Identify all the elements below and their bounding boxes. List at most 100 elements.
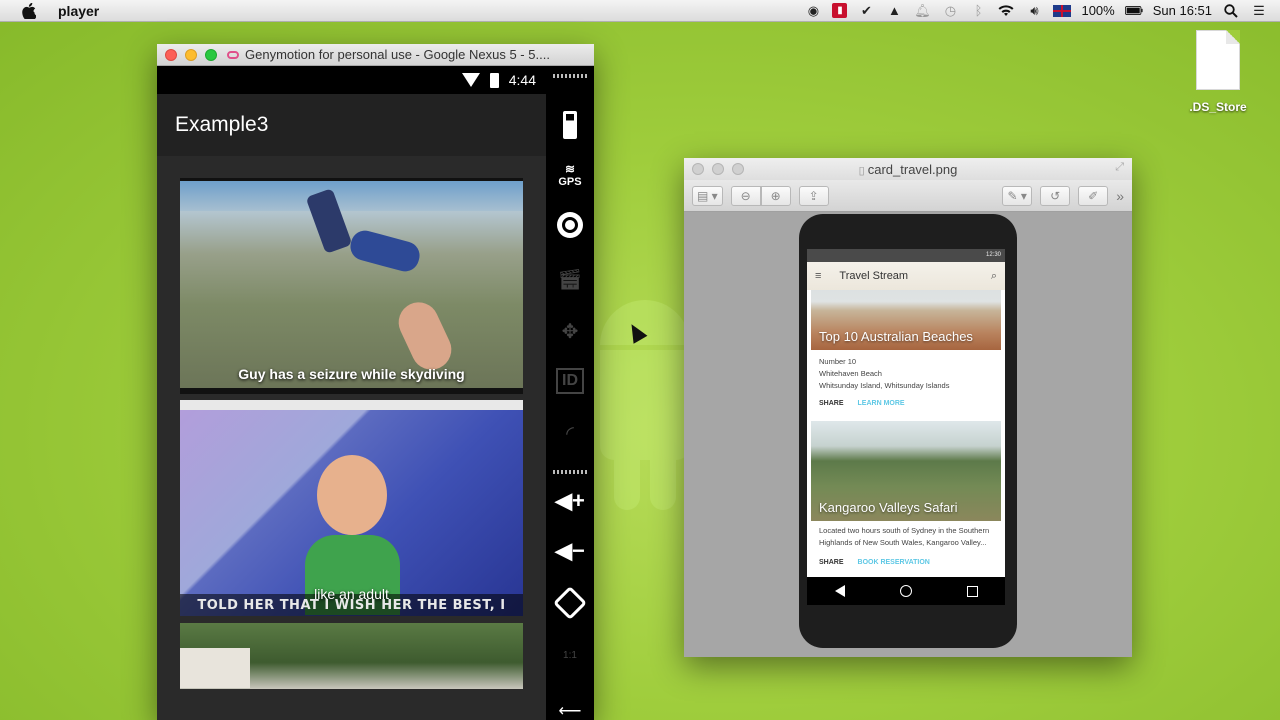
id-icon: ID (556, 368, 584, 394)
share-button[interactable]: ⇪ (798, 185, 829, 206)
drive-icon[interactable]: ▲ (885, 2, 903, 20)
rss-button[interactable]: ◜ (546, 418, 594, 448)
volume-down-button[interactable]: ◀− (546, 534, 594, 568)
annotate-button[interactable]: ✎ ▾ (1002, 185, 1033, 206)
learn-more-action: LEARN MORE (857, 400, 905, 407)
card-line: Highlands of New South Wales, Kangaroo V… (819, 538, 987, 547)
zoom-in-button[interactable]: ⊕ (760, 185, 791, 206)
book-reservation-action: BOOK RESERVATION (857, 559, 930, 566)
desktop-file-ds-store[interactable]: .DS_Store (1186, 30, 1250, 114)
dpad-icon: ✥ (561, 320, 579, 343)
share-action: SHARE (819, 559, 844, 566)
app-title: Example3 (175, 113, 269, 136)
volume-up-icon: ◀+ (555, 488, 585, 513)
back-icon (834, 585, 845, 597)
mockup-status-bar: 12:30 (807, 249, 1005, 262)
zoom-out-icon: ⊖ (740, 188, 751, 203)
bluetooth-icon[interactable]: ᛒ (969, 2, 987, 20)
time-machine-icon[interactable]: ◷ (941, 2, 959, 20)
pixel-perfect-button[interactable]: 1:1 (546, 638, 594, 672)
overflow-chevron-icon[interactable]: » (1116, 188, 1124, 204)
feed-card[interactable] (180, 623, 523, 689)
gps-signal-icon: ≋ (564, 162, 576, 176)
wifi-signal-icon (461, 73, 480, 87)
battery-icon[interactable] (1124, 2, 1143, 20)
zoom-button[interactable] (732, 163, 744, 175)
recents-icon (966, 585, 978, 597)
volume-icon[interactable]: 🔊︎ (1025, 2, 1043, 20)
mockup-card-body: Number 10 Whitehaven Beach Whitsunday Is… (811, 350, 1001, 416)
menubar-clock[interactable]: Sun 16:51 (1153, 3, 1212, 18)
feed-card[interactable]: Guy has a seizure while skydiving (180, 178, 523, 394)
active-app-name[interactable]: player (58, 3, 99, 19)
screen-record-icon[interactable]: ◉ (804, 2, 822, 20)
gps-widget-button[interactable]: ≋ GPS (546, 158, 594, 192)
zoom-in-icon: ⊕ (770, 188, 781, 203)
uk-flag-icon[interactable] (1053, 4, 1072, 17)
minimize-button[interactable] (185, 48, 197, 61)
genymotion-window-title: Genymotion for personal use - Google Nex… (245, 47, 550, 62)
sidebar-divider (546, 468, 594, 476)
webcam-icon (557, 212, 583, 238)
card-title: Top 10 Australian Beaches (819, 329, 973, 344)
battery-charging-icon (489, 72, 499, 88)
notification-center-icon[interactable]: ☰ (1250, 2, 1268, 20)
meme-text: TOLD HER THAT I WISH HER THE BEST, I (197, 598, 506, 613)
close-button[interactable] (165, 48, 177, 61)
zoom-button[interactable] (205, 48, 217, 61)
card-title: Kangaroo Valleys Safari (819, 500, 958, 515)
close-button[interactable] (692, 163, 704, 175)
back-button[interactable]: ⟵ (546, 702, 594, 720)
feed-card[interactable]: like an adult TOLD HER THAT I WISH HER T… (180, 400, 523, 616)
dpad-button[interactable]: ✥ (546, 316, 594, 346)
android-status-bar: 4:44 (157, 66, 546, 94)
minimize-button[interactable] (712, 163, 724, 175)
preview-window: ▯ card_travel.png ⤢ ▤ ▾ ⊖ ⊕ ⇪ ✎ ▾ ↺ ✐ » … (684, 158, 1132, 657)
device-id-button[interactable]: ID (546, 366, 594, 396)
mockup-app-title: Travel Stream (839, 270, 909, 282)
markup-button[interactable]: ✐ (1078, 185, 1109, 206)
volume-up-button[interactable]: ◀+ (546, 484, 594, 518)
app-toolbar: Example3 (157, 94, 546, 156)
rotate-button[interactable]: ↺ (1040, 185, 1071, 206)
genymotion-sidebar: ≋ GPS 🎬︎ ✥ ID ◜ ◀+ ◀− 1:1 ⟵ (546, 66, 594, 720)
wifi-icon[interactable] (997, 2, 1015, 20)
sidebar-view-button[interactable]: ▤ ▾ (692, 185, 723, 206)
rotate-icon: ↺ (1050, 188, 1061, 203)
card-caption: Guy has a seizure while skydiving (238, 366, 465, 382)
sidebar-grip (546, 72, 594, 80)
preview-window-title: ▯ card_travel.png (858, 161, 958, 177)
genymotion-logo-icon (227, 50, 239, 59)
gif-feed-list[interactable]: Guy has a seizure while skydiving like a… (157, 156, 546, 720)
mockup-card-body: Located two hours south of Sydney in the… (811, 521, 1001, 575)
clapperboard-icon: 🎬︎ (557, 268, 583, 291)
webcam-widget-button[interactable] (546, 210, 594, 240)
red-app-icon[interactable]: ▮ (832, 3, 848, 18)
preview-toolbar: ▤ ▾ ⊖ ⊕ ⇪ ✎ ▾ ↺ ✐ » (684, 180, 1132, 212)
share-icon: ⇪ (808, 188, 819, 203)
card-line: Number 10 (819, 357, 857, 366)
fullscreen-icon[interactable]: ⤢ (1115, 161, 1124, 174)
pen-icon: ✎ ▾ (1007, 188, 1027, 203)
spotlight-search-icon[interactable] (1222, 2, 1240, 20)
menu-bar: player ◉ ▮ ✔ ▲ 🔔︎ ◷ ᛒ 🔊︎ 100% Sun 16:51 … (0, 0, 1280, 22)
sidebar-icon: ▤ ▾ (697, 188, 718, 203)
zoom-out-button[interactable]: ⊖ (730, 185, 761, 206)
rss-icon: ◜ (566, 422, 574, 445)
screencast-button[interactable]: 🎬︎ (546, 264, 594, 294)
genymotion-window: Genymotion for personal use - Google Nex… (157, 44, 594, 720)
preview-titlebar[interactable]: ▯ card_travel.png ⤢ (684, 158, 1132, 180)
gps-label: GPS (558, 176, 582, 188)
battery-percent[interactable]: 100% (1081, 3, 1114, 18)
battery-widget-button[interactable] (546, 108, 594, 142)
battery-icon (563, 111, 577, 139)
notification-bell-icon[interactable]: 🔔︎ (913, 2, 931, 20)
rotate-icon (553, 586, 587, 620)
checkmark-icon[interactable]: ✔ (857, 2, 875, 20)
android-screen[interactable]: 4:44 Example3 Guy has a seizure while sk… (157, 66, 546, 720)
rotate-button[interactable] (546, 586, 594, 620)
genymotion-titlebar[interactable]: Genymotion for personal use - Google Nex… (157, 44, 594, 66)
search-icon: ⌕ (990, 269, 997, 282)
mockup-toolbar: ≡ Travel Stream ⌕ (807, 262, 1005, 290)
apple-menu-icon[interactable] (18, 0, 40, 22)
